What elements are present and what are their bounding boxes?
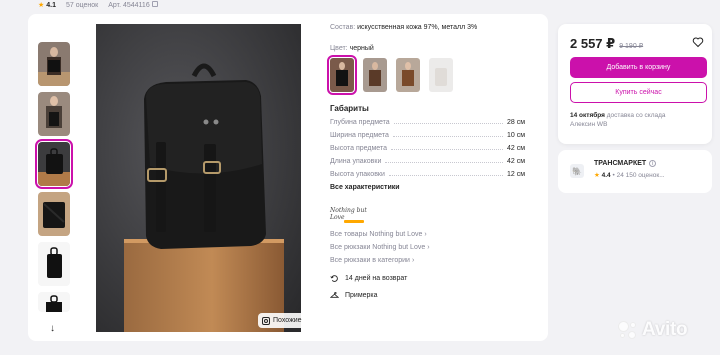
chevron-right-icon: › bbox=[411, 257, 415, 264]
brand-backpacks-link[interactable]: Все рюкзаки Nothing but Love › bbox=[330, 244, 535, 251]
avito-logo-icon bbox=[617, 319, 639, 341]
brand-all-products-link[interactable]: Все товары Nothing but Love › bbox=[330, 231, 535, 238]
chevron-right-icon: › bbox=[427, 244, 430, 251]
purchase-panel: 2 557 ₽ 9 190 ₽ Добавить в корзину Купит… bbox=[558, 24, 712, 144]
delivery-date: 14 октября bbox=[570, 112, 605, 119]
seller-name[interactable]: ТРАНСМАРКЕТ i bbox=[594, 160, 657, 167]
composition-value: искусственная кожа 97%, металл 3% bbox=[357, 24, 478, 31]
reviews-count[interactable]: 57 оценок bbox=[66, 2, 98, 9]
spec-list: Глубина предмета 28 см Ширина предмета 10 … bbox=[330, 118, 535, 178]
spec-row: Длина упаковки 42 см bbox=[330, 158, 526, 165]
thumbnail-2[interactable] bbox=[38, 92, 70, 136]
rating[interactable]: ★ 4.1 bbox=[38, 1, 56, 9]
thumbnail-1[interactable] bbox=[38, 42, 70, 86]
store-icon: 🐘 bbox=[570, 164, 584, 178]
thumbnail-strip bbox=[35, 42, 73, 318]
brand-rating-stars bbox=[344, 220, 364, 223]
avito-watermark: Avito bbox=[617, 318, 688, 342]
product-meta-line: ★ 4.1 57 оценок Арт. 4544116 bbox=[38, 0, 158, 10]
image-search-icon bbox=[262, 316, 270, 325]
copy-icon[interactable] bbox=[151, 1, 158, 7]
color-swatches bbox=[327, 55, 535, 95]
article-number[interactable]: Арт. 4544116 bbox=[108, 1, 158, 9]
similar-products-button[interactable]: Похожие bbox=[258, 313, 306, 328]
star-icon: ★ bbox=[594, 172, 600, 179]
seller-card[interactable]: 🐘 ТРАНСМАРКЕТ i ★ 4.4 • 24 150 оценок... bbox=[558, 150, 712, 193]
return-icon bbox=[330, 275, 338, 282]
fitting-option[interactable]: Примерка bbox=[330, 291, 535, 300]
category-backpacks-link[interactable]: Все рюкзаки в категории › bbox=[330, 257, 535, 264]
all-specs-link[interactable]: Все характеристики bbox=[330, 184, 535, 191]
main-product-photo[interactable] bbox=[96, 24, 301, 332]
delivery-info: 14 октября доставка со склада Алексин WB bbox=[570, 112, 666, 128]
star-icon: ★ bbox=[38, 2, 45, 9]
add-to-cart-button[interactable]: Добавить в корзину bbox=[570, 57, 707, 78]
thumbnail-3[interactable] bbox=[35, 139, 73, 189]
buy-now-button[interactable]: Купить сейчас bbox=[570, 82, 707, 103]
product-details: Состав: искусственная кожа 97%, металл 3… bbox=[327, 24, 535, 300]
chevron-right-icon: › bbox=[424, 231, 427, 238]
return-policy[interactable]: 14 дней на возврат bbox=[330, 274, 535, 283]
arrow-down-icon[interactable]: ↓ bbox=[50, 323, 55, 334]
avito-wordmark: Avito bbox=[642, 319, 688, 340]
brand-logo-text: Nothing but Love bbox=[330, 207, 367, 221]
spec-row: Глубина предмета 28 см bbox=[330, 119, 526, 126]
dimensions-title: Габариты bbox=[330, 104, 369, 113]
hanger-icon bbox=[330, 291, 339, 298]
spec-row: Высота предмета 42 см bbox=[330, 145, 526, 152]
color-swatch-4[interactable] bbox=[429, 58, 453, 92]
brand-logo[interactable]: Nothing but Love bbox=[330, 207, 376, 225]
heart-icon[interactable] bbox=[692, 36, 704, 48]
spec-row: Ширина предмета 10 см bbox=[330, 132, 526, 139]
spec-row: Высота упаковки 12 см bbox=[330, 171, 526, 178]
color-swatch-2[interactable] bbox=[363, 58, 387, 92]
color-swatch-1[interactable] bbox=[327, 55, 357, 95]
composition-label: Состав: bbox=[330, 24, 356, 31]
warehouse: Алексин WB bbox=[570, 121, 608, 128]
price-block: 2 557 ₽ 9 190 ₽ bbox=[570, 36, 643, 52]
composition: Состав: искусственная кожа 97%, металл 3… bbox=[330, 24, 535, 31]
thumbnail-6[interactable] bbox=[38, 292, 70, 312]
color-label: Цвет: черный bbox=[330, 45, 374, 52]
info-icon[interactable]: i bbox=[649, 160, 657, 167]
thumbnail-4[interactable] bbox=[38, 192, 70, 236]
current-price: 2 557 ₽ bbox=[570, 36, 616, 51]
old-price: 9 190 ₽ bbox=[619, 43, 644, 50]
color-swatch-3[interactable] bbox=[396, 58, 420, 92]
seller-rating: ★ 4.4 • 24 150 оценок... bbox=[594, 172, 665, 179]
thumbnail-5[interactable] bbox=[38, 242, 70, 286]
